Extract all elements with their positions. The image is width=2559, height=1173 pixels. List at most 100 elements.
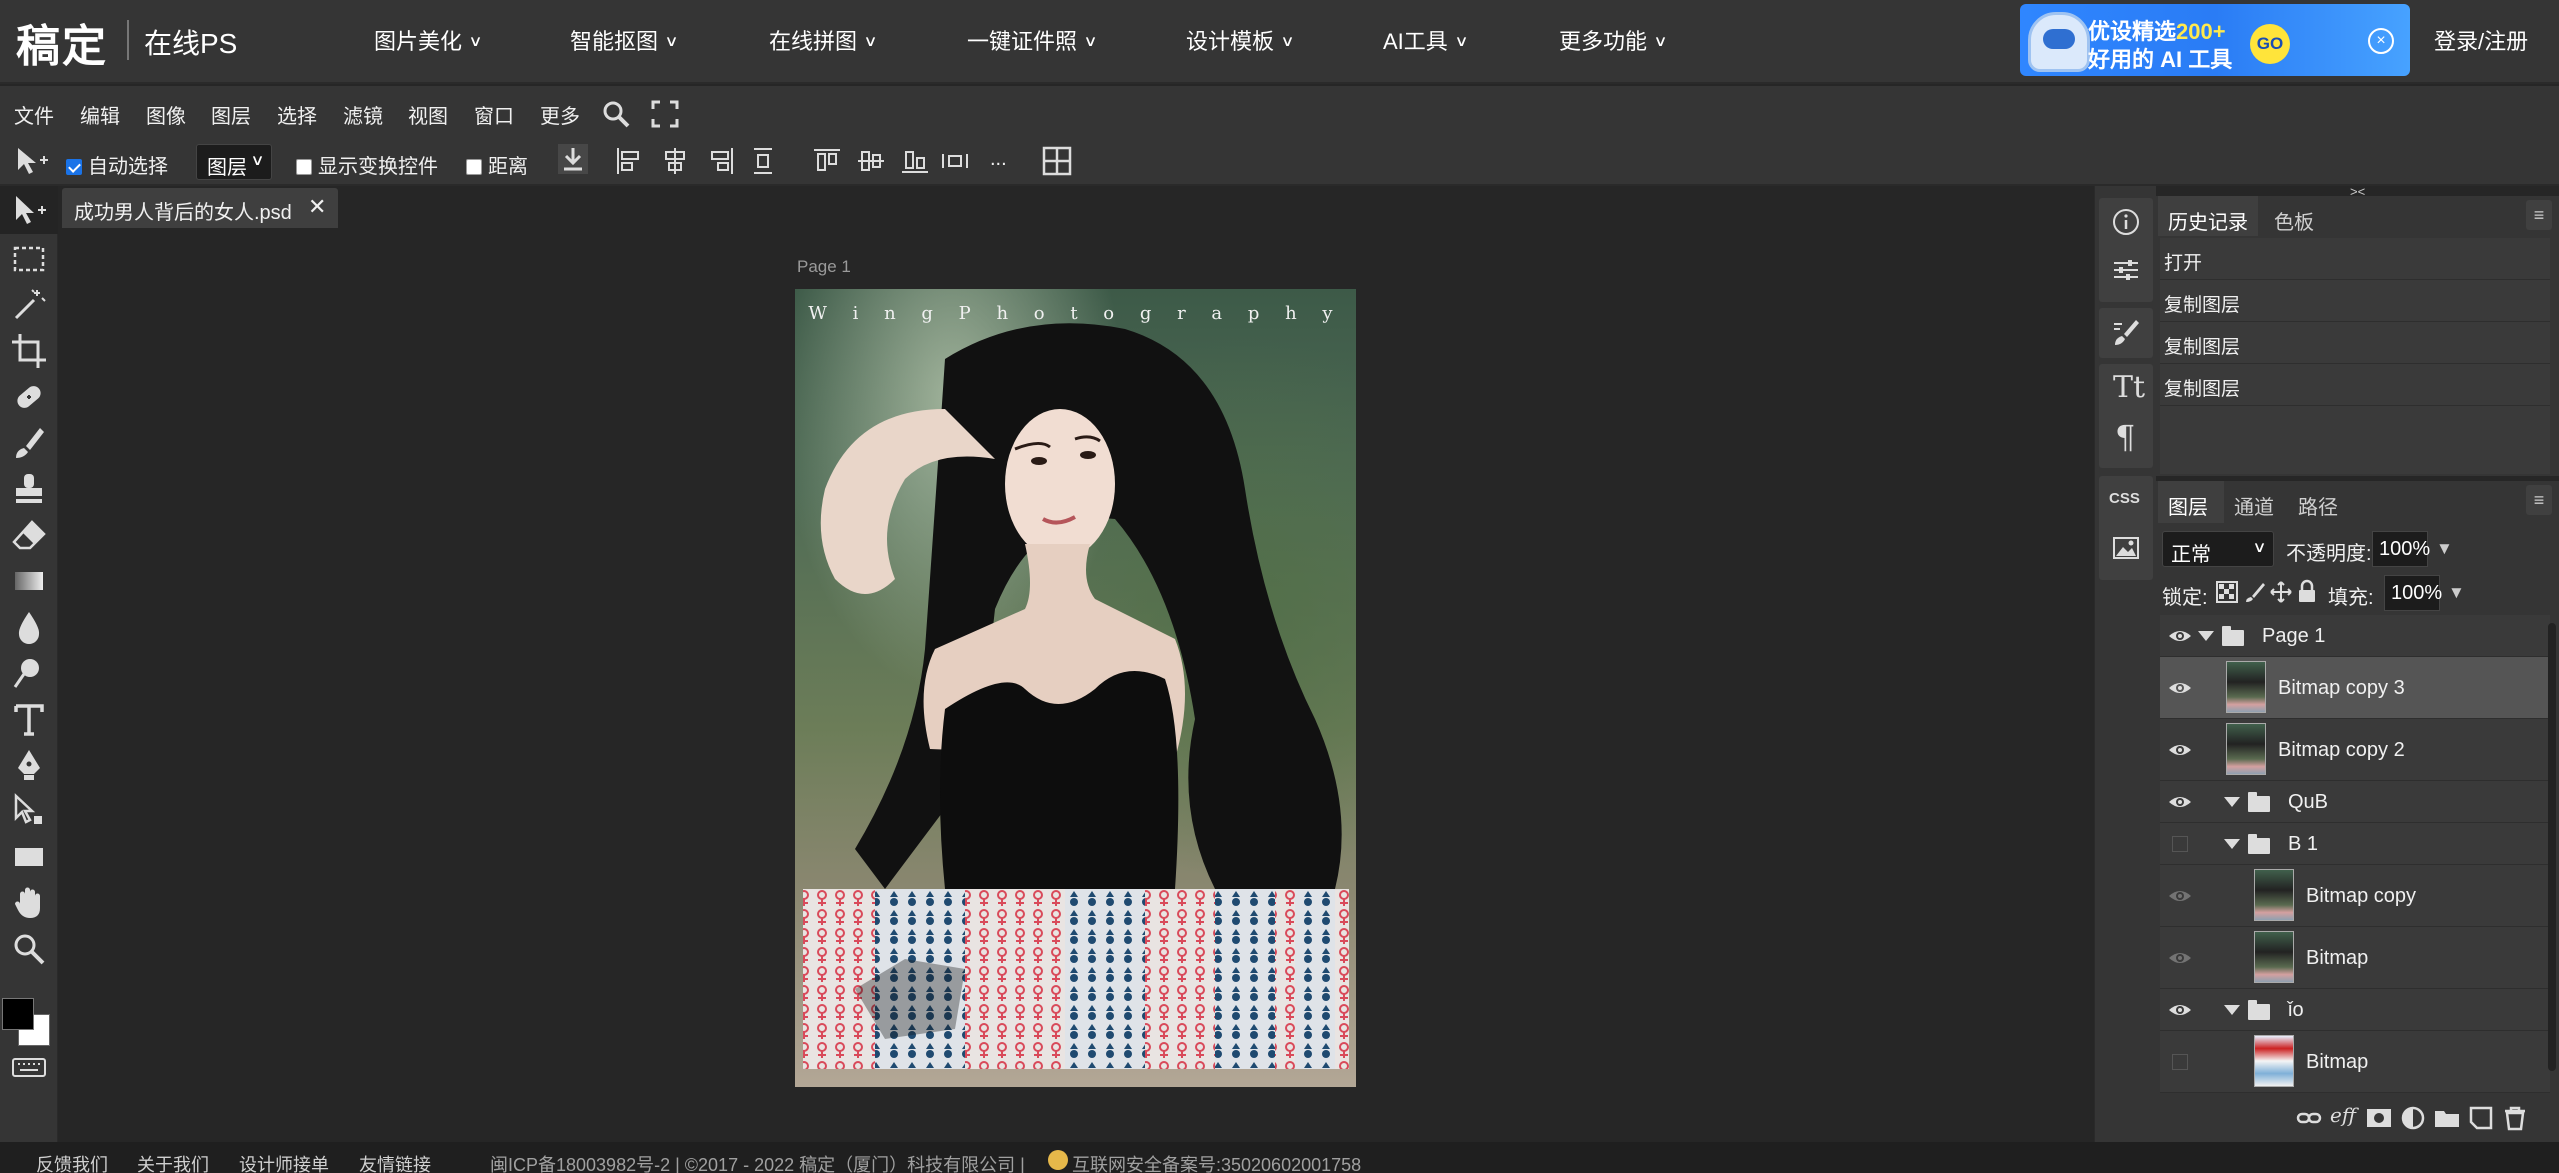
nav-smart-cutout[interactable]: 智能抠图 ∨: [570, 24, 679, 56]
auto-select-checkbox[interactable]: 自动选择: [66, 150, 168, 179]
distribute-vertical-icon[interactable]: [748, 146, 778, 176]
canvas-image[interactable]: W i n g P h o t o g r a p h y: [795, 289, 1356, 1087]
menu-layer[interactable]: 图层: [211, 100, 251, 129]
lock-position-icon[interactable]: [2270, 581, 2292, 603]
grid-icon[interactable]: [1042, 146, 1072, 176]
brand-logo[interactable]: 稿定: [16, 10, 108, 74]
info-icon[interactable]: [2112, 208, 2140, 236]
nav-more-features[interactable]: 更多功能 ∨: [1559, 24, 1668, 56]
search-icon[interactable]: [600, 98, 632, 130]
footer-friend-links[interactable]: 友情链接: [359, 1151, 431, 1173]
paragraph-panel-icon[interactable]: ¶: [2115, 418, 2135, 456]
nav-collage[interactable]: 在线拼图 ∨: [769, 24, 878, 56]
eye-icon[interactable]: [2168, 884, 2192, 908]
collapse-triangle-icon[interactable]: [2224, 797, 2240, 807]
menu-select[interactable]: 选择: [277, 100, 317, 129]
menu-filter[interactable]: 滤镜: [343, 100, 383, 129]
css-panel-icon[interactable]: CSS: [2109, 490, 2140, 507]
tab-history[interactable]: 历史记录: [2168, 206, 2248, 235]
layer-row-b1[interactable]: B 1: [2160, 823, 2550, 865]
align-right-icon[interactable]: [706, 146, 736, 176]
character-panel-icon[interactable]: Tt: [2113, 370, 2145, 405]
eye-icon[interactable]: [2168, 676, 2192, 700]
nav-ai-tools[interactable]: AI工具 ∨: [1383, 24, 1468, 56]
pen-tool-icon[interactable]: [10, 746, 48, 784]
delete-layer-icon[interactable]: [2502, 1105, 2528, 1131]
image-panel-icon[interactable]: [2112, 534, 2140, 562]
gradient-icon[interactable]: [10, 562, 48, 600]
distribute-horizontal-icon[interactable]: [940, 146, 970, 176]
footer-about-link[interactable]: 关于我们: [137, 1151, 209, 1173]
opacity-dropdown-icon[interactable]: ▼: [2436, 539, 2453, 559]
fill-input[interactable]: 100%: [2384, 575, 2442, 611]
eraser-icon[interactable]: [10, 516, 48, 554]
layer-row-bitmap-hidden[interactable]: Bitmap: [2160, 1031, 2550, 1093]
footer-designer-link[interactable]: 设计师接单: [239, 1151, 329, 1173]
menu-window[interactable]: 窗口: [474, 100, 514, 129]
zoom-tool-icon[interactable]: [10, 930, 48, 968]
visibility-off-box[interactable]: [2172, 1054, 2188, 1070]
close-icon[interactable]: ✕: [308, 194, 326, 220]
ad-banner[interactable]: 优设精选200+ 好用的 AI 工具 GO ×: [2020, 4, 2410, 76]
layer-row-bitmap[interactable]: Bitmap: [2160, 927, 2550, 989]
layer-row-page1[interactable]: Page 1: [2160, 615, 2550, 657]
align-top-icon[interactable]: [812, 146, 842, 176]
history-item[interactable]: 复制图层: [2160, 364, 2550, 406]
dodge-icon[interactable]: [10, 654, 48, 692]
link-layers-icon[interactable]: [2296, 1105, 2322, 1131]
document-tab[interactable]: 成功男人背后的女人.psd ✕: [62, 188, 338, 228]
show-transform-checkbox[interactable]: 显示变换控件: [296, 150, 438, 179]
align-bottom-icon[interactable]: [900, 146, 930, 176]
tab-channels[interactable]: 通道: [2234, 491, 2274, 520]
lock-pixels-icon[interactable]: [2244, 581, 2266, 603]
layer-row-io[interactable]: ǐo: [2160, 989, 2550, 1031]
history-item[interactable]: 复制图层: [2160, 322, 2550, 364]
footer-feedback-link[interactable]: 反馈我们: [36, 1151, 108, 1173]
tab-swatches[interactable]: 色板: [2274, 206, 2314, 235]
tab-layers[interactable]: 图层: [2168, 491, 2208, 520]
menu-image[interactable]: 图像: [146, 100, 186, 129]
menu-file[interactable]: 文件: [14, 100, 54, 129]
visibility-off-box[interactable]: [2172, 836, 2188, 852]
blend-mode-dropdown[interactable]: 正常 ∨: [2162, 531, 2274, 567]
panel-menu-icon[interactable]: ≡: [2526, 485, 2552, 515]
align-left-icon[interactable]: [614, 146, 644, 176]
adjustment-layer-icon[interactable]: [2400, 1105, 2426, 1131]
clone-stamp-icon[interactable]: [10, 470, 48, 508]
magic-wand-icon[interactable]: [10, 286, 48, 324]
ad-go-button[interactable]: GO: [2250, 24, 2290, 64]
eye-icon[interactable]: [2168, 998, 2192, 1022]
keyboard-icon[interactable]: [12, 1056, 46, 1078]
brush-icon[interactable]: [10, 424, 48, 462]
download-icon[interactable]: [558, 144, 588, 174]
eye-icon[interactable]: [2168, 738, 2192, 762]
lock-all-icon[interactable]: [2296, 579, 2318, 603]
nav-id-photo[interactable]: 一键证件照 ∨: [967, 24, 1098, 56]
collapse-triangle-icon[interactable]: [2224, 839, 2240, 849]
lock-transparent-icon[interactable]: [2216, 581, 2238, 603]
menu-view[interactable]: 视图: [408, 100, 448, 129]
more-align-options[interactable]: ...: [990, 148, 1007, 171]
foreground-color-swatch-front[interactable]: [2, 998, 34, 1030]
align-middle-v-icon[interactable]: [856, 146, 886, 176]
layer-effects-icon[interactable]: eff: [2330, 1103, 2356, 1129]
new-group-icon[interactable]: [2434, 1105, 2460, 1131]
new-layer-icon[interactable]: [2468, 1105, 2494, 1131]
layer-row-qub[interactable]: QuB: [2160, 781, 2550, 823]
login-register-link[interactable]: 登录/注册: [2434, 24, 2528, 56]
blur-drop-icon[interactable]: [10, 608, 48, 646]
close-icon[interactable]: ×: [2368, 28, 2394, 54]
history-item[interactable]: 复制图层: [2160, 280, 2550, 322]
menu-more[interactable]: 更多: [540, 100, 580, 129]
distance-checkbox[interactable]: 距离: [466, 150, 528, 179]
history-item[interactable]: 打开: [2160, 238, 2550, 280]
brush-settings-icon[interactable]: [2112, 318, 2140, 346]
path-select-icon[interactable]: [10, 792, 48, 830]
fullscreen-icon[interactable]: [650, 99, 680, 129]
healing-brush-icon[interactable]: [10, 378, 48, 416]
opacity-input[interactable]: 100%: [2372, 531, 2430, 567]
layer-row-bitmap-copy[interactable]: Bitmap copy: [2160, 865, 2550, 927]
eye-icon[interactable]: [2168, 946, 2192, 970]
product-name[interactable]: 在线PS: [144, 22, 237, 62]
menu-edit[interactable]: 编辑: [80, 100, 120, 129]
